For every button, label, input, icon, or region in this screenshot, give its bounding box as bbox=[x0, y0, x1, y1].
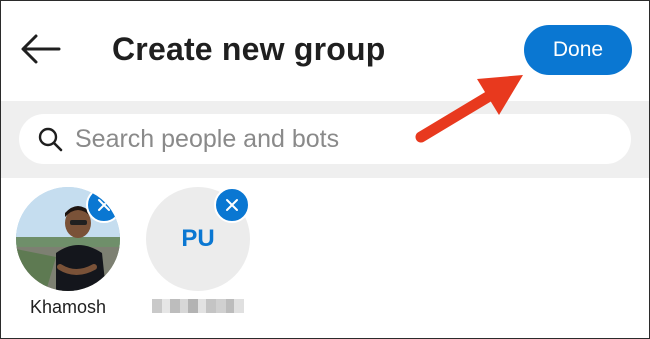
selected-member: Khamosh bbox=[13, 187, 123, 318]
redacted-member-name bbox=[152, 299, 244, 313]
search-icon bbox=[38, 127, 63, 152]
avatar bbox=[16, 187, 120, 291]
close-icon bbox=[98, 199, 110, 211]
close-icon bbox=[226, 199, 238, 211]
done-button[interactable]: Done bbox=[524, 25, 632, 75]
remove-member-button[interactable] bbox=[86, 187, 120, 223]
page-title: Create new group bbox=[112, 31, 386, 67]
create-group-screen: Create new group Done Search people and … bbox=[0, 0, 650, 339]
search-input[interactable] bbox=[75, 114, 615, 164]
member-name: Khamosh bbox=[29, 297, 107, 317]
search-box[interactable] bbox=[19, 114, 631, 164]
selected-member: PU bbox=[143, 187, 253, 313]
remove-member-button[interactable] bbox=[214, 187, 250, 223]
back-button[interactable] bbox=[19, 31, 63, 67]
avatar-initials: PU bbox=[181, 225, 215, 252]
header-bar: Create new group Done bbox=[1, 1, 649, 101]
back-arrow-icon bbox=[21, 34, 61, 64]
